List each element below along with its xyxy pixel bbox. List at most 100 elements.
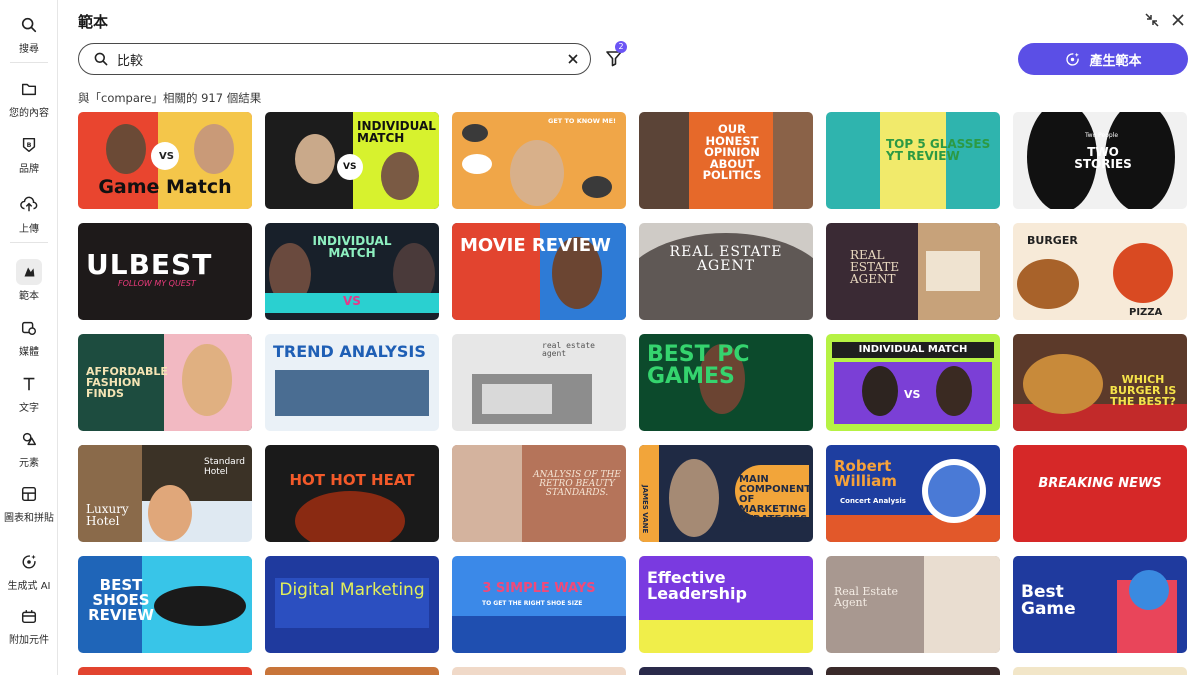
sidebar-item-label: 品牌 [19, 164, 39, 175]
close-icon[interactable] [1170, 12, 1186, 28]
template-card[interactable]: REAL ESTATE AGENT [826, 223, 1000, 320]
generate-template-button[interactable]: 產生範本 [1018, 43, 1188, 75]
template-card[interactable]: Real Estate Agent [826, 556, 1000, 653]
sidebar-item-your-content[interactable]: 您的內容 [0, 76, 58, 120]
brand-icon: B [22, 137, 36, 153]
sidebar-item-label: 您的內容 [9, 108, 49, 119]
template-title: WHICH BURGER IS THE BEST? [1109, 373, 1177, 408]
template-subtitle: VS [904, 388, 921, 401]
template-card[interactable]: OUR HONEST OPINION ABOUT POLITICS [639, 112, 813, 209]
clear-search-icon[interactable] [566, 52, 580, 66]
sidebar-item-label: 上傳 [19, 224, 39, 235]
template-subtitle: Two People [1085, 132, 1119, 139]
template-subtitle: VS [343, 162, 357, 172]
template-card[interactable]: Standard Hotel Luxury Hotel [78, 445, 252, 542]
upload-icon [20, 196, 38, 212]
template-title: ANALYSIS OF THE RETRO BEAUTY STANDARDS. [533, 470, 621, 498]
template-card[interactable] [265, 667, 439, 675]
template-subtitle: PIZZA [1129, 307, 1163, 318]
template-card[interactable]: real estate agent [452, 334, 626, 431]
template-card[interactable] [452, 667, 626, 675]
templates-icon [24, 267, 35, 277]
template-card[interactable]: 3 SIMPLE WAYS TO GET THE RIGHT SHOE SIZE [452, 556, 626, 653]
template-card[interactable]: GET TO KNOW ME! [452, 112, 626, 209]
sidebar-item-elements[interactable]: 元素 [0, 426, 58, 470]
sidebar-item-label: 文字 [19, 403, 39, 414]
ai-icon [22, 554, 36, 569]
template-card[interactable]: BURGER PIZZA [1013, 223, 1187, 320]
collapse-icon[interactable] [1144, 12, 1160, 28]
sidebar-item-label: 元素 [19, 458, 39, 469]
template-title: REAL ESTATE AGENT [850, 248, 900, 286]
template-card[interactable]: Two People TWO STORIES [1013, 112, 1187, 209]
template-card[interactable]: VS Game Match [78, 112, 252, 209]
divider [10, 242, 48, 243]
sidebar: 搜尋 您的內容 B 品牌 上傳 範本 媒體 文字 元素 圖表和拼貼 生成式 AI… [0, 0, 58, 675]
search-input[interactable] [117, 51, 547, 67]
search-box [78, 43, 591, 75]
template-title: real estate agent [542, 341, 595, 358]
template-card[interactable]: REAL ESTATE AGENT [639, 223, 813, 320]
template-title: INDIVIDUAL MATCH [312, 234, 392, 260]
template-title: Game Match [98, 176, 232, 198]
charts-icon [21, 486, 37, 502]
template-title: BEST SHOES REVIEW [88, 576, 154, 624]
sidebar-item-brand[interactable]: B 品牌 [0, 132, 58, 176]
divider [10, 62, 48, 63]
sidebar-item-generative-ai[interactable]: 生成式 AI [0, 549, 58, 593]
template-card[interactable]: BEST SHOES REVIEW [78, 556, 252, 653]
template-title: HOT HOT HEAT [289, 471, 415, 489]
template-card[interactable] [639, 667, 813, 675]
template-title: Luxury Hotel [86, 502, 129, 528]
template-title: INDIVIDUAL MATCH [357, 119, 436, 145]
sidebar-item-label: 圖表和拼貼 [4, 513, 54, 524]
template-title: TOP 5 GLASSES YT REVIEW [886, 137, 991, 163]
search-icon [21, 17, 37, 33]
sidebar-item-search[interactable]: 搜尋 [0, 12, 58, 56]
template-card[interactable]: ULBEST FOLLOW MY QUEST [78, 223, 252, 320]
sidebar-item-addons[interactable]: 附加元件 [0, 603, 58, 647]
template-card[interactable]: MAIN COMPONENTS OF MARKETING STRATEGIES … [639, 445, 813, 542]
template-card[interactable]: Effective Leadership [639, 556, 813, 653]
template-title: GET TO KNOW ME! [548, 117, 617, 125]
template-card[interactable] [78, 667, 252, 675]
template-title: REAL ESTATE AGENT [669, 244, 783, 274]
search-icon [94, 52, 108, 66]
template-subtitle: Standard Hotel [204, 457, 245, 477]
template-card[interactable] [826, 667, 1000, 675]
template-card[interactable]: VS INDIVIDUAL MATCH [265, 112, 439, 209]
template-card[interactable]: AFFORDABLE FASHION FINDS [78, 334, 252, 431]
template-card[interactable]: Robert William Concert Analysis [826, 445, 1000, 542]
template-card[interactable]: TREND ANALYSIS [265, 334, 439, 431]
template-subtitle: VS [343, 294, 361, 308]
filter-count-badge: 2 [615, 41, 627, 53]
template-card[interactable]: INDIVIDUAL MATCH VS [265, 223, 439, 320]
template-card[interactable]: ANALYSIS OF THE RETRO BEAUTY STANDARDS. [452, 445, 626, 542]
template-card[interactable] [1013, 667, 1187, 675]
template-card[interactable]: WHICH BURGER IS THE BEST? [1013, 334, 1187, 431]
template-card[interactable]: Digital Marketing [265, 556, 439, 653]
template-card[interactable]: INDIVIDUAL MATCH VS [826, 334, 1000, 431]
template-title: 3 SIMPLE WAYS [482, 581, 596, 596]
template-subtitle: VS [159, 151, 174, 162]
template-title: INDIVIDUAL MATCH [858, 344, 968, 355]
sidebar-item-templates[interactable]: 範本 [0, 259, 58, 303]
result-count: 與「compare」相關的 917 個結果 [78, 91, 262, 105]
sidebar-item-charts[interactable]: 圖表和拼貼 [0, 481, 58, 525]
ai-icon [1066, 52, 1080, 66]
template-card[interactable]: HOT HOT HEAT [265, 445, 439, 542]
sidebar-item-label: 媒體 [19, 347, 39, 358]
template-card[interactable]: Best Game [1013, 556, 1187, 653]
folder-icon [21, 83, 37, 96]
template-card[interactable]: BEST PC GAMES [639, 334, 813, 431]
sidebar-item-text[interactable]: 文字 [0, 371, 58, 415]
template-title: AFFORDABLE FASHION FINDS [86, 365, 168, 400]
template-subtitle: Concert Analysis [840, 497, 906, 505]
template-title: Robert William [834, 457, 897, 490]
template-card[interactable]: BREAKING NEWS [1013, 445, 1187, 542]
template-card[interactable]: MOVIE REVIEW [452, 223, 626, 320]
template-card[interactable]: TOP 5 GLASSES YT REVIEW [826, 112, 1000, 209]
sidebar-item-upload[interactable]: 上傳 [0, 192, 58, 236]
template-title: Effective Leadership [647, 568, 747, 603]
sidebar-item-media[interactable]: 媒體 [0, 315, 58, 359]
